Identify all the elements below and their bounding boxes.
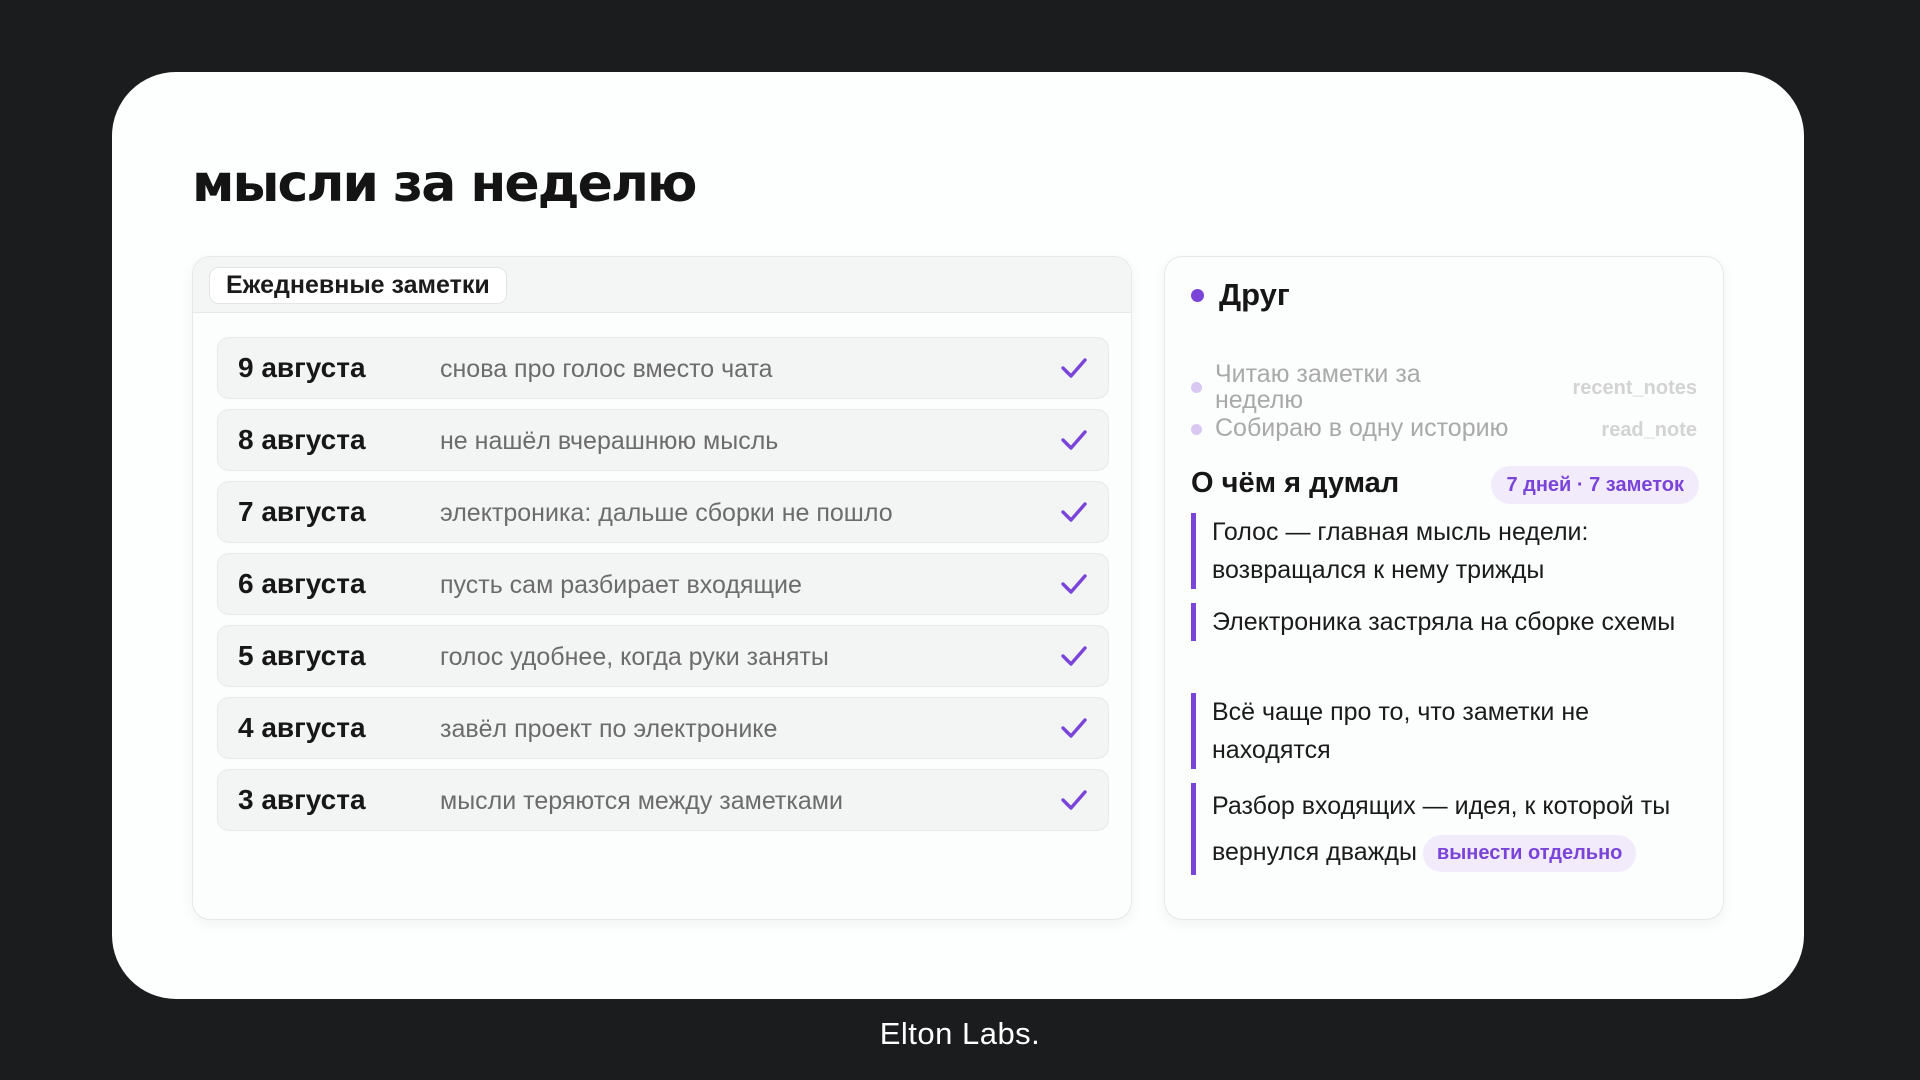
step-dot-icon — [1191, 382, 1202, 393]
step-tool-name: read_note — [1601, 419, 1697, 441]
step-text: Читаю заметки за неделю — [1215, 360, 1421, 414]
summary-badge: 7 дней · 7 заметок — [1491, 466, 1699, 504]
note-date: 7 августа — [238, 496, 366, 527]
note-text: снова про голос вместо чата — [440, 355, 773, 383]
note-date: 4 августа — [238, 712, 366, 743]
check-icon — [1061, 646, 1087, 666]
note-row[interactable]: 5 августа голос удобнее, когда руки заня… — [217, 625, 1109, 687]
note-date: 6 августа — [238, 568, 366, 599]
daily-notes-panel: Ежедневные заметки 9 августа снова про г… — [192, 256, 1132, 920]
note-row[interactable]: 8 августа не нашёл вчерашнюю мысль — [217, 409, 1109, 471]
step-text: Собираю в одну историю — [1215, 414, 1509, 442]
thought-text: Голос — главная мысль недели: возвращалс… — [1212, 518, 1589, 584]
thought-item: Всё чаще про то, что заметки не находятс… — [1191, 693, 1701, 769]
summary-title: О чём я думал — [1191, 467, 1400, 499]
status-dot-icon — [1191, 289, 1204, 302]
footer-brand: Elton Labs. — [879, 1016, 1041, 1051]
step-dot-icon — [1191, 424, 1202, 435]
notes-list: 9 августа снова про голос вместо чата 8 … — [217, 337, 1109, 841]
thought-item: Голос — главная мысль недели: возвращалс… — [1191, 513, 1701, 589]
extract-tag-button[interactable]: вынести отдельно — [1422, 834, 1637, 872]
note-row[interactable]: 4 августа завёл проект по электронике — [217, 697, 1109, 759]
page-title: мысли за неделю — [192, 154, 697, 214]
note-date: 8 августа — [238, 424, 366, 455]
note-text: электроника: дальше сборки не пошло — [440, 499, 893, 527]
check-icon — [1061, 358, 1087, 378]
note-row[interactable]: 6 августа пусть сам разбирает входящие — [217, 553, 1109, 615]
thought-item: Разбор входящих — идея, к которой ты вер… — [1191, 783, 1701, 875]
note-text: не нашёл вчерашнюю мысль — [440, 427, 779, 455]
note-date: 3 августа — [238, 784, 366, 815]
note-row[interactable]: 9 августа снова про голос вместо чата — [217, 337, 1109, 399]
check-icon — [1061, 430, 1087, 450]
step-tool-name: recent_notes — [1572, 377, 1698, 399]
main-card: мысли за неделю Ежедневные заметки 9 авг… — [112, 72, 1804, 999]
note-date: 5 августа — [238, 640, 366, 671]
note-date: 9 августа — [238, 352, 366, 383]
friend-name: Друг — [1219, 277, 1290, 312]
note-row[interactable]: 7 августа электроника: дальше сборки не … — [217, 481, 1109, 543]
note-row[interactable]: 3 августа мысли теряются между заметками — [217, 769, 1109, 831]
thought-item: Электроника застряла на сборке схемы — [1191, 603, 1701, 641]
note-text: пусть сам разбирает входящие — [440, 571, 802, 599]
note-text: мысли теряются между заметками — [440, 787, 843, 815]
check-icon — [1061, 502, 1087, 522]
thought-text: Всё чаще про то, что заметки не находятс… — [1212, 698, 1590, 764]
check-icon — [1061, 790, 1087, 810]
note-text: завёл проект по электронике — [440, 715, 778, 743]
check-icon — [1061, 574, 1087, 594]
daily-notes-header: Ежедневные заметки — [193, 257, 1131, 313]
friend-panel: Друг Читаю заметки за неделю recent_note… — [1164, 256, 1724, 920]
tab-daily-notes[interactable]: Ежедневные заметки — [209, 267, 507, 304]
note-text: голос удобнее, когда руки заняты — [440, 643, 829, 671]
thought-text: Электроника застряла на сборке схемы — [1212, 608, 1676, 636]
check-icon — [1061, 718, 1087, 738]
